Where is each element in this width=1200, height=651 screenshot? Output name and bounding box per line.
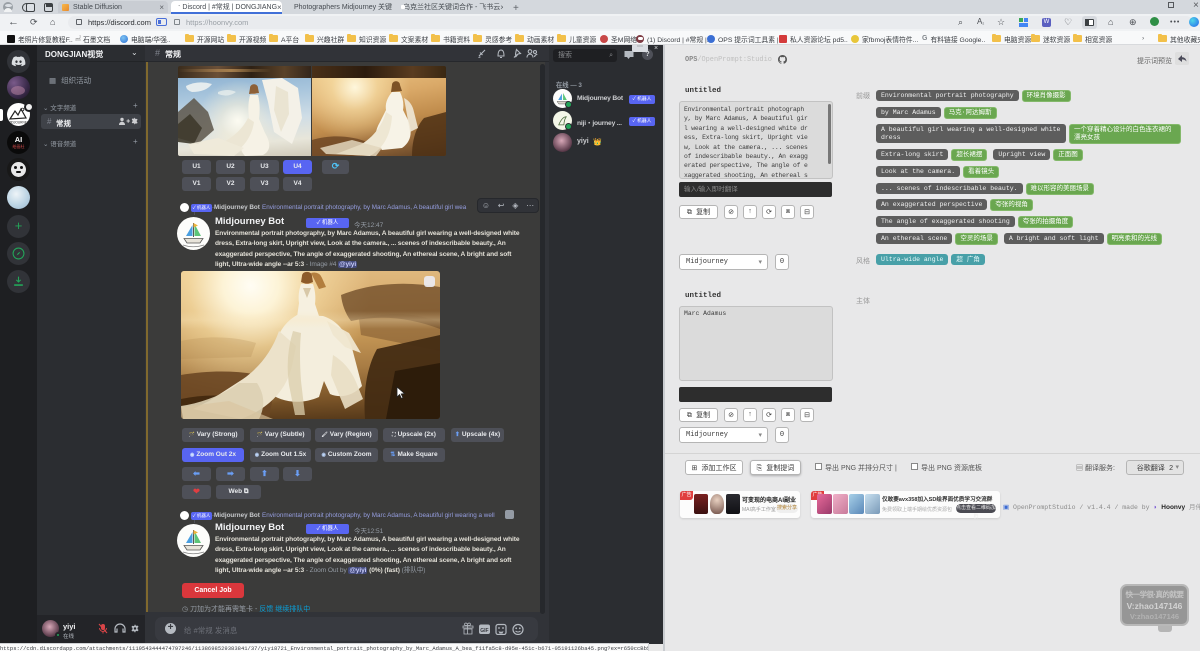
svg-text:GIF: GIF bbox=[480, 628, 488, 634]
